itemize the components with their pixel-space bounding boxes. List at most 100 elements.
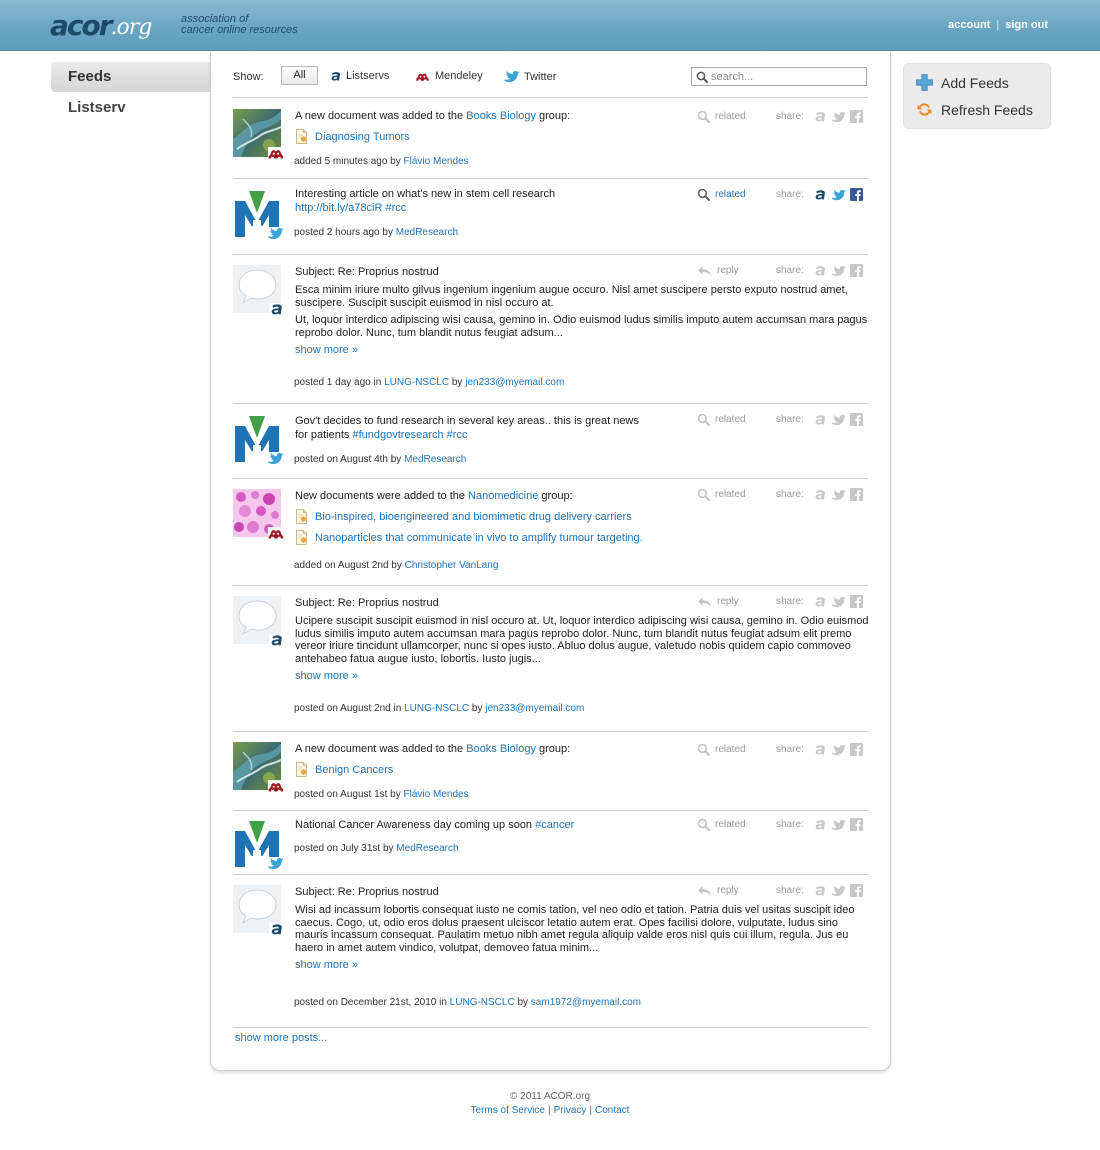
document-link-row[interactable]: Diagnosing Tumors (295, 129, 705, 144)
document-link[interactable]: Diagnosing Tumors (315, 131, 410, 143)
author-link[interactable]: Christopher VanLang (405, 560, 499, 571)
related-button[interactable]: related (697, 743, 746, 756)
twitter-share-icon[interactable] (831, 489, 846, 501)
author-link[interactable]: MedResearch (396, 227, 458, 238)
group-link[interactable]: Books Biology (466, 743, 536, 755)
acor-share-icon[interactable] (813, 885, 827, 897)
email-link[interactable]: sam1972@myemail.com (531, 997, 641, 1008)
email-link[interactable]: jen233@myemail.com (485, 703, 584, 714)
reply-icon (698, 266, 711, 276)
reply-icon (698, 886, 711, 896)
acor-share-icon[interactable] (813, 265, 827, 277)
logo-acor: acor (50, 9, 113, 42)
list-link[interactable]: LUNG-NSCLC (404, 703, 469, 714)
footer-separator: | (589, 1105, 592, 1116)
filter-mendeley[interactable]: Mendeley (414, 70, 483, 82)
list-link[interactable]: LUNG-NSCLC (450, 997, 515, 1008)
twitter-share-icon[interactable] (831, 596, 846, 608)
acor-share-icon[interactable] (813, 744, 827, 756)
reply-button[interactable]: reply (697, 884, 739, 897)
add-feeds-button[interactable]: Add Feeds (916, 74, 1009, 91)
twitter-share-icon[interactable] (831, 744, 846, 756)
facebook-share-icon[interactable] (850, 488, 863, 501)
facebook-share-icon[interactable] (850, 884, 863, 897)
reply-button[interactable]: reply (697, 264, 739, 277)
search-icon (697, 188, 710, 201)
twitter-share-icon[interactable] (831, 414, 846, 426)
facebook-share-icon[interactable] (850, 188, 863, 201)
show-more-link[interactable]: show more » (295, 670, 705, 682)
post-actions: related share: (697, 488, 868, 502)
related-button[interactable]: related (697, 413, 746, 426)
group-link[interactable]: Nanomedicine (468, 490, 538, 502)
show-more-link[interactable]: show more » (295, 344, 705, 356)
reply-button[interactable]: reply (697, 595, 739, 608)
feed-item: A new document was added to the Books Bi… (232, 732, 868, 811)
facebook-share-icon[interactable] (850, 110, 863, 123)
acor-share-icon[interactable] (813, 489, 827, 501)
related-button[interactable]: related (697, 488, 746, 501)
author-link[interactable]: Flávio Mendes (404, 156, 469, 167)
share-icons (813, 743, 863, 756)
nav-item-listserv[interactable]: Listserv (51, 93, 210, 123)
facebook-share-icon[interactable] (850, 818, 863, 831)
filter-all-button[interactable]: All (281, 66, 318, 85)
acor-share-icon[interactable] (813, 414, 827, 426)
acor-logo[interactable]: acor .org (50, 9, 152, 43)
author-link[interactable]: MedResearch (404, 454, 466, 465)
refresh-feeds-button[interactable]: Refresh Feeds (916, 101, 1033, 118)
show-more-posts-link[interactable]: show more posts... (235, 1032, 327, 1044)
privacy-link[interactable]: Privacy (554, 1105, 587, 1116)
list-link[interactable]: LUNG-NSCLC (384, 377, 449, 388)
author-link[interactable]: MedResearch (396, 843, 458, 854)
nav-item-feeds[interactable]: Feeds (51, 62, 210, 92)
acor-share-icon[interactable] (813, 111, 827, 123)
document-link-row[interactable]: Nanoparticles that communicate in vivo t… (295, 530, 705, 545)
contact-link[interactable]: Contact (595, 1105, 629, 1116)
related-button[interactable]: related (697, 818, 746, 831)
post-text: Gov't decides to fund research in severa… (295, 415, 639, 427)
document-link[interactable]: Nanoparticles that communicate in vivo t… (315, 532, 643, 544)
document-link[interactable]: Bio-inspired, bioengineered and biomimet… (315, 511, 632, 523)
filter-twitter[interactable]: Twitter (503, 70, 556, 83)
group-link[interactable]: Books Biology (466, 110, 536, 122)
search-input[interactable] (711, 69, 861, 84)
acor-share-icon[interactable] (813, 819, 827, 831)
tweet-link[interactable]: http://bit.ly/a78ciR (295, 202, 382, 214)
filter-twitter-label: Twitter (524, 70, 557, 83)
post-meta-text: posted 2 hours ago by (294, 227, 396, 238)
hashtag-link[interactable]: #rcc (386, 202, 407, 214)
related-button[interactable]: related (697, 188, 746, 201)
hashtag-link[interactable]: #rcc (447, 429, 468, 441)
twitter-share-icon[interactable] (831, 885, 846, 897)
hashtag-link[interactable]: #cancer (535, 819, 574, 831)
author-link[interactable]: Flávio Mendes (404, 789, 469, 800)
post-meta: added 5 minutes ago by Flávio Mendes (294, 156, 469, 167)
filter-listservs[interactable]: Listservs (329, 70, 389, 82)
acor-share-icon[interactable] (813, 189, 827, 201)
facebook-share-icon[interactable] (850, 264, 863, 277)
document-icon (296, 762, 307, 777)
facebook-share-icon[interactable] (850, 595, 863, 608)
post-meta-text: by (469, 703, 486, 714)
acor-share-icon[interactable] (813, 596, 827, 608)
document-link-row[interactable]: Benign Cancers (295, 762, 705, 777)
twitter-share-icon[interactable] (831, 819, 846, 831)
document-link-row[interactable]: Bio-inspired, bioengineered and biomimet… (295, 509, 705, 524)
acor-icon (269, 303, 284, 316)
sign-out-link[interactable]: sign out (1005, 19, 1048, 31)
twitter-share-icon[interactable] (831, 111, 846, 123)
post-meta-text: by (514, 997, 531, 1008)
twitter-share-icon[interactable] (831, 189, 846, 201)
email-link[interactable]: jen233@myemail.com (465, 377, 564, 388)
account-link[interactable]: account (948, 19, 990, 31)
terms-link[interactable]: Terms of Service (471, 1105, 545, 1116)
hashtag-link[interactable]: #fundgovtresearch (352, 429, 443, 441)
facebook-share-icon[interactable] (850, 413, 863, 426)
share-label: share: (776, 885, 804, 896)
twitter-share-icon[interactable] (831, 265, 846, 277)
show-more-link[interactable]: show more » (295, 959, 705, 971)
facebook-share-icon[interactable] (850, 743, 863, 756)
document-link[interactable]: Benign Cancers (315, 764, 393, 776)
related-button[interactable]: related (697, 110, 746, 123)
